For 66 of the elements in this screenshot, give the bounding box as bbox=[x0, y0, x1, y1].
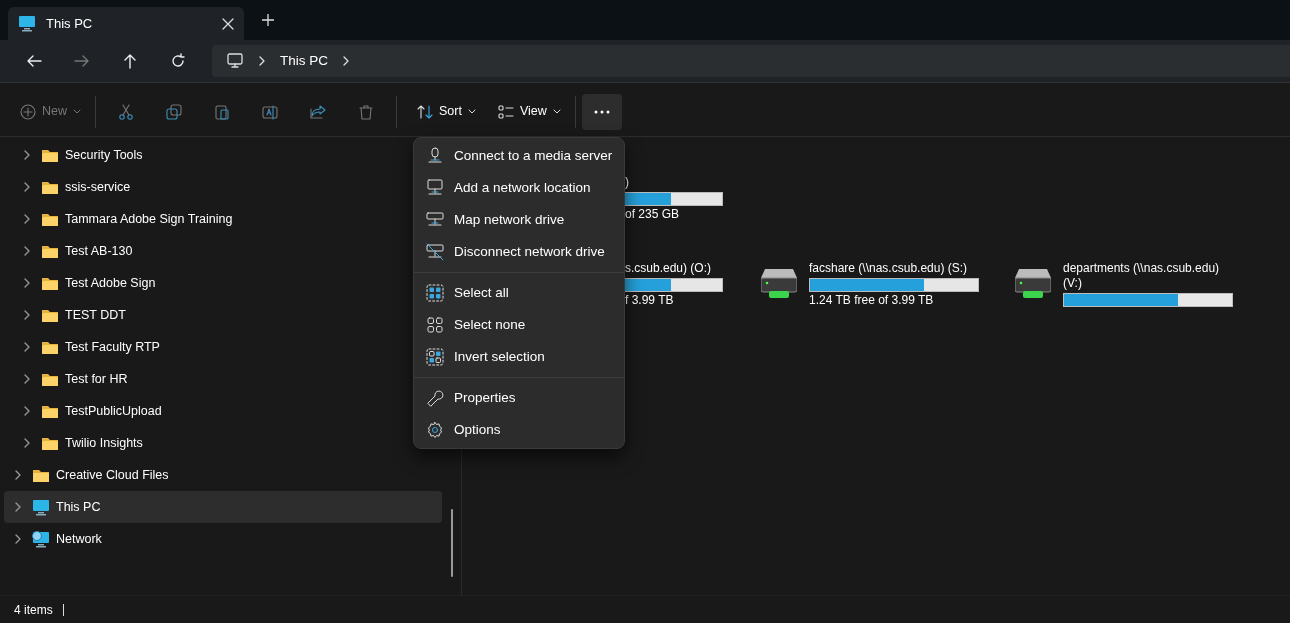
sort-icon bbox=[417, 103, 433, 120]
chevron-icon bbox=[14, 502, 22, 512]
gear-icon bbox=[426, 421, 444, 439]
chevron-icon bbox=[258, 56, 266, 66]
plus-icon bbox=[20, 103, 36, 120]
clipboard-icon bbox=[214, 103, 230, 120]
monitor-icon bbox=[18, 14, 36, 33]
chevron-icon bbox=[342, 56, 350, 66]
chevron-icon bbox=[23, 150, 31, 160]
drive-name: s.csub.edu) (O:) bbox=[625, 261, 712, 276]
drive-icon bbox=[426, 211, 444, 229]
more-icon bbox=[593, 109, 610, 114]
chevron-down-icon bbox=[552, 109, 561, 114]
more-button[interactable] bbox=[581, 93, 622, 130]
scrollbar-thumb[interactable] bbox=[451, 509, 453, 577]
monitor-icon bbox=[426, 179, 444, 197]
chevron-down-icon bbox=[73, 109, 81, 114]
chevron-icon bbox=[23, 182, 31, 192]
share-icon bbox=[310, 103, 326, 120]
copy-icon bbox=[166, 103, 182, 120]
chevron-icon bbox=[23, 342, 31, 352]
sort-button[interactable]: Sort bbox=[403, 93, 490, 130]
refresh-icon bbox=[170, 53, 186, 69]
item-count: 4 items bbox=[14, 601, 53, 619]
free-space-text: of 235 GB bbox=[625, 207, 680, 222]
sidebar-item[interactable]: Network bbox=[4, 523, 442, 555]
up-icon bbox=[122, 53, 138, 69]
grid-icon bbox=[426, 284, 444, 302]
plus-icon bbox=[262, 14, 274, 26]
drive-name: facshare (\\nas.csub.edu) (S:) bbox=[809, 261, 969, 276]
monitor-icon bbox=[226, 53, 244, 69]
tab[interactable]: This PC bbox=[8, 7, 244, 40]
drive-name: ) bbox=[625, 175, 629, 190]
breadcrumb-item[interactable]: This PC bbox=[280, 50, 328, 72]
address-bar[interactable]: This PC bbox=[212, 45, 1290, 77]
chevron-icon bbox=[14, 470, 22, 480]
sidebar-item[interactable]: This PC bbox=[4, 491, 442, 523]
chevron-icon bbox=[23, 246, 31, 256]
chevron-icon bbox=[23, 406, 31, 416]
scissors-icon bbox=[118, 103, 134, 120]
chevron-icon bbox=[23, 438, 31, 448]
grid-icon bbox=[426, 316, 444, 334]
back-icon bbox=[26, 53, 42, 69]
network-icon bbox=[32, 530, 50, 548]
chevron-icon bbox=[23, 278, 31, 288]
drive-icon bbox=[761, 267, 797, 299]
forward-icon bbox=[74, 53, 90, 69]
view-button[interactable]: View bbox=[489, 93, 569, 130]
chevron-icon bbox=[23, 214, 31, 224]
drive-icon bbox=[426, 243, 444, 261]
free-space-text: f 3.99 TB bbox=[625, 293, 674, 308]
trash-icon bbox=[358, 103, 374, 120]
chevron-icon bbox=[14, 534, 22, 544]
monitor-icon bbox=[32, 498, 50, 516]
microphone-icon bbox=[426, 147, 444, 165]
rename-icon bbox=[262, 103, 278, 120]
chevron-down-icon bbox=[467, 109, 476, 114]
chevron-icon bbox=[23, 310, 31, 320]
wrench-icon bbox=[426, 389, 444, 407]
chevron-icon bbox=[23, 374, 31, 384]
free-space-text: 1.24 TB free of 3.99 TB bbox=[809, 293, 935, 308]
grid-icon bbox=[426, 348, 444, 366]
drive-icon bbox=[1015, 267, 1051, 299]
drive-name: departments (\\nas.csub.edu) (V:) bbox=[1063, 261, 1221, 291]
list-icon bbox=[497, 103, 514, 120]
sidebar-item[interactable]: Creative Cloud Files bbox=[4, 459, 442, 491]
